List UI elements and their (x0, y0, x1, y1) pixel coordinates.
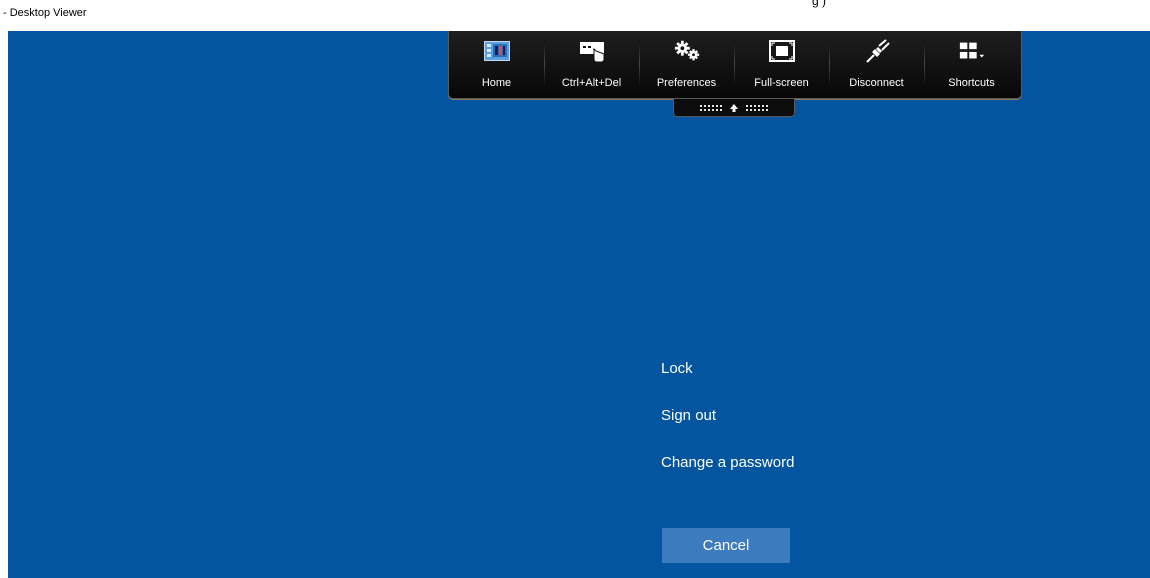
ctrl-alt-del-button[interactable]: Ctrl+Alt+Del (544, 31, 639, 98)
toolbar-collapse-handle[interactable] (673, 99, 795, 117)
window-titlebar: - Desktop Viewer g ) (0, 0, 1150, 31)
shortcuts-button[interactable]: Shortcuts (924, 31, 1019, 98)
lock-option[interactable]: Lock (661, 360, 693, 377)
ctrl-alt-del-label: Ctrl+Alt+Del (561, 77, 622, 89)
full-screen-label: Full-screen (754, 77, 809, 89)
full-screen-button[interactable]: Full-screen (734, 31, 829, 98)
window-title-partial: g ) (812, 0, 827, 8)
home-thumbnail-icon (483, 39, 511, 63)
remote-desktop[interactable] (8, 31, 1150, 578)
cancel-button[interactable]: Cancel (662, 528, 790, 563)
disconnect-label: Disconnect (849, 77, 904, 89)
gears-icon (673, 39, 701, 63)
change-password-option[interactable]: Change a password (661, 454, 794, 471)
preferences-button[interactable]: Preferences (639, 31, 734, 98)
plug-icon (863, 39, 891, 63)
preferences-label: Preferences (656, 77, 717, 89)
grip-dots-left (700, 104, 722, 111)
arrow-up-icon (730, 103, 738, 112)
keyboard-touch-icon (578, 39, 606, 63)
desktop-viewer-toolbar: Home Ctrl+Alt+Del Preferences Full-scree… (448, 31, 1022, 99)
grid-dropdown-icon (958, 39, 986, 63)
shortcuts-label: Shortcuts (948, 77, 995, 89)
home-button[interactable]: Home (449, 31, 544, 98)
home-label: Home (481, 77, 512, 89)
fullscreen-icon (768, 39, 796, 63)
disconnect-button[interactable]: Disconnect (829, 31, 924, 98)
window-title: - Desktop Viewer (3, 7, 87, 19)
sign-out-option[interactable]: Sign out (661, 407, 716, 424)
grip-dots-right (746, 104, 768, 111)
